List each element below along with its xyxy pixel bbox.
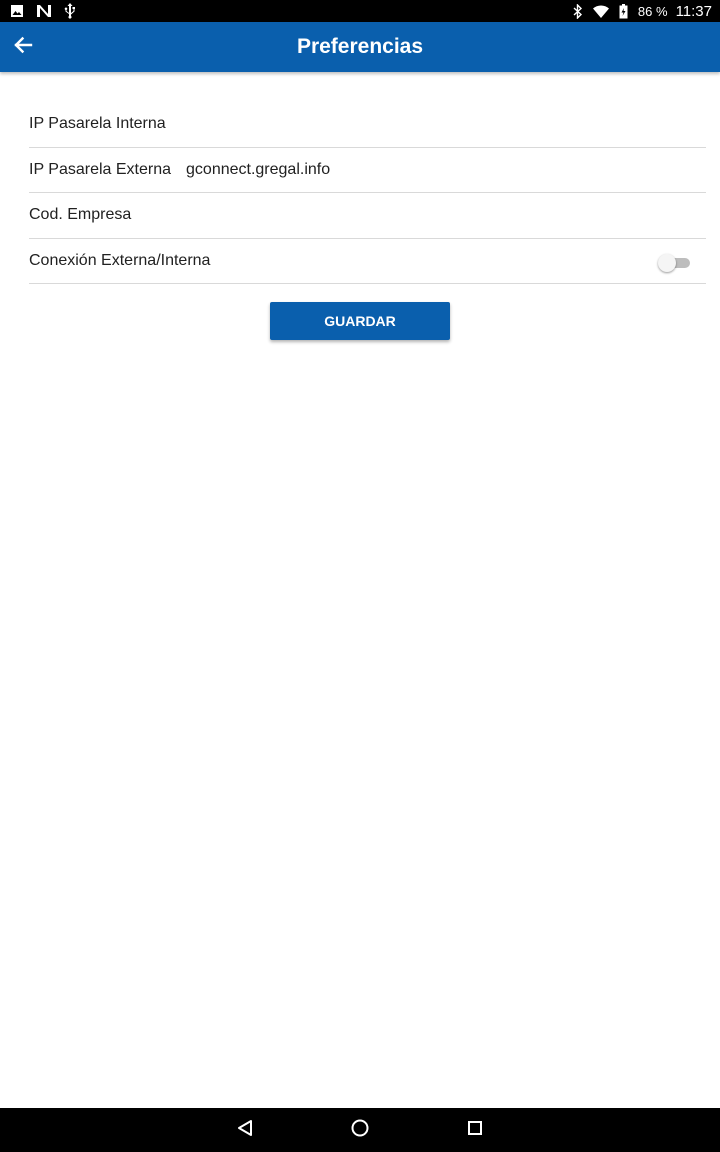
connection-toggle-label: Conexión Externa/Interna bbox=[29, 251, 211, 269]
recents-square-icon bbox=[466, 1119, 484, 1142]
battery-icon bbox=[619, 3, 628, 19]
bluetooth-icon bbox=[573, 3, 583, 19]
status-bar: 86 % 11:37 bbox=[0, 0, 720, 22]
nav-back-button[interactable] bbox=[233, 1118, 257, 1142]
image-icon bbox=[10, 4, 24, 18]
connection-toggle[interactable] bbox=[658, 253, 692, 272]
back-triangle-icon bbox=[236, 1119, 254, 1142]
status-left bbox=[10, 3, 88, 19]
arrow-back-icon bbox=[13, 35, 33, 60]
connection-toggle-row: Conexión Externa/Interna bbox=[29, 239, 706, 284]
back-button[interactable] bbox=[6, 30, 40, 64]
app-bar: Preferencias bbox=[0, 22, 720, 72]
preferences-form: IP Pasarela Interna IP Pasarela Externa … bbox=[29, 102, 706, 284]
save-button[interactable]: GUARDAR bbox=[270, 302, 450, 340]
company-code-field[interactable]: Cod. Empresa bbox=[29, 193, 706, 239]
nav-recents-button[interactable] bbox=[463, 1118, 487, 1142]
home-circle-icon bbox=[350, 1118, 370, 1143]
usb-icon bbox=[64, 3, 76, 19]
ip-internal-label: IP Pasarela Interna bbox=[29, 115, 166, 133]
wifi-icon bbox=[592, 4, 609, 18]
ip-internal-field[interactable]: IP Pasarela Interna bbox=[29, 102, 706, 148]
ip-external-value[interactable]: gconnect.gregal.info bbox=[186, 161, 330, 179]
page-title: Preferencias bbox=[296, 35, 424, 58]
screen: 86 % 11:37 Preferencias IP Pasarela Inte… bbox=[0, 0, 720, 1152]
clock: 11:37 bbox=[675, 2, 712, 20]
nav-home-button[interactable] bbox=[348, 1118, 372, 1142]
toggle-thumb bbox=[658, 253, 676, 272]
n-icon bbox=[36, 4, 52, 18]
nav-bar bbox=[0, 1108, 720, 1152]
ip-external-label: IP Pasarela Externa bbox=[29, 160, 172, 178]
company-code-label: Cod. Empresa bbox=[29, 206, 132, 224]
ip-external-field[interactable]: IP Pasarela Externa gconnect.gregal.info bbox=[29, 148, 706, 193]
status-right: 86 % 11:37 bbox=[563, 3, 712, 20]
battery-percent: 86 % bbox=[637, 3, 668, 19]
